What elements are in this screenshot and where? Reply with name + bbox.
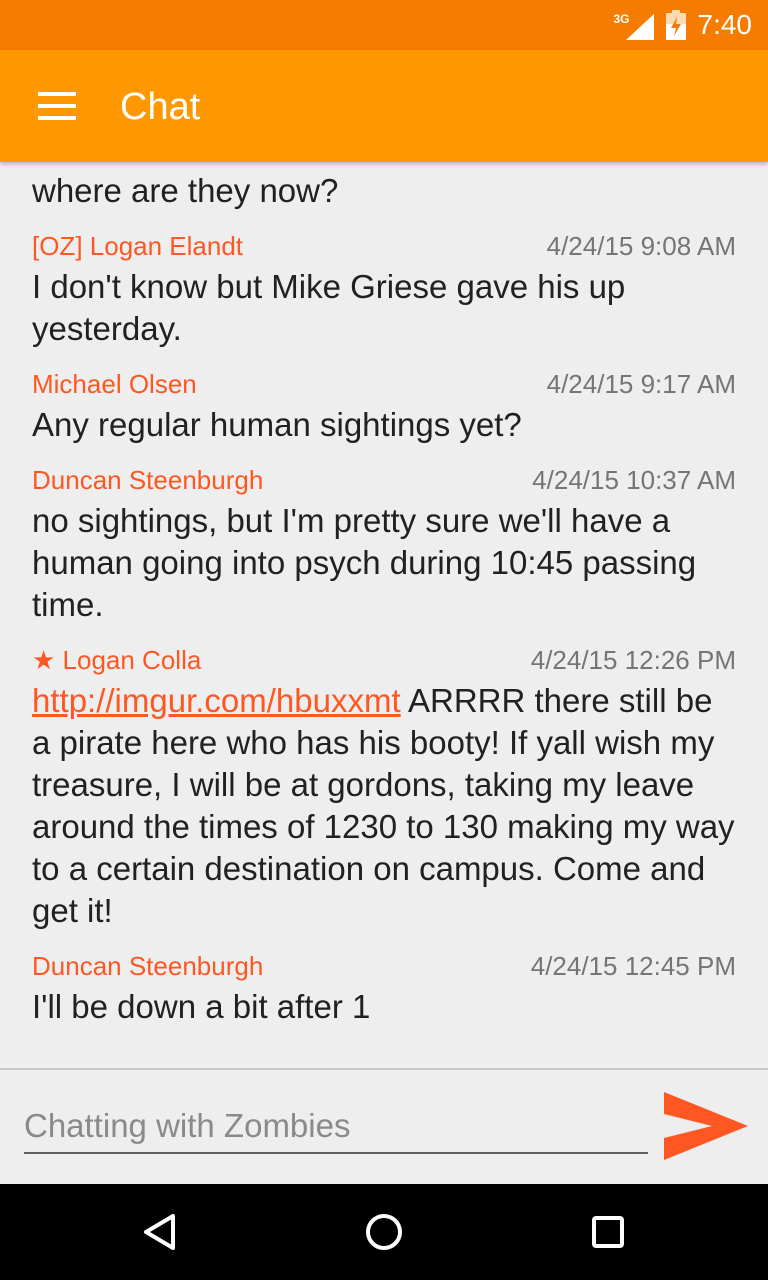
recents-button[interactable] — [584, 1208, 632, 1256]
system-nav-bar — [0, 1184, 768, 1280]
menu-button[interactable] — [24, 80, 88, 132]
message-sender[interactable]: Duncan Steenburgh — [32, 951, 263, 982]
chat-message-list[interactable]: where are they now? [OZ] Logan Elandt 4/… — [0, 162, 768, 1068]
message-item: where are they now? — [32, 170, 736, 212]
clock: 7:40 — [697, 9, 753, 40]
send-icon — [664, 1092, 748, 1160]
message-text: I'll be down a bit after 1 — [32, 988, 371, 1025]
home-circle-icon — [366, 1214, 402, 1250]
message-composer — [0, 1070, 768, 1184]
message-text: no sightings, but I'm pretty sure we'll … — [32, 502, 697, 623]
message-sender[interactable]: ★ Logan Colla — [32, 645, 201, 676]
message-item: Michael Olsen 4/24/15 9:17 AM Any regula… — [32, 364, 736, 446]
message-item: [OZ] Logan Elandt 4/24/15 9:08 AM I don'… — [32, 226, 736, 350]
page-title: Chat — [120, 86, 201, 128]
message-timestamp: 4/24/15 12:45 PM — [530, 950, 736, 981]
home-button[interactable] — [360, 1208, 408, 1256]
message-link[interactable]: http://imgur.com/hbuxxmt — [32, 682, 401, 719]
message-text: Any regular human sightings yet? — [32, 406, 522, 443]
message-input[interactable] — [24, 1100, 648, 1154]
message-timestamp: 4/24/15 12:26 PM — [530, 644, 736, 675]
message-item: ★ Logan Colla 4/24/15 12:26 PM http://im… — [32, 640, 736, 932]
hamburger-icon — [38, 92, 76, 96]
message-timestamp: 4/24/15 10:37 AM — [532, 464, 736, 495]
status-bar: 3G 7:40 — [0, 0, 768, 50]
recents-square-icon — [592, 1216, 624, 1248]
message-sender[interactable]: Duncan Steenburgh — [32, 465, 263, 496]
message-text: I don't know but Mike Griese gave his up… — [32, 268, 626, 347]
message-text: where are they now? — [32, 172, 339, 209]
message-item: Duncan Steenburgh 4/24/15 12:45 PM I'll … — [32, 946, 736, 1028]
message-sender[interactable]: Michael Olsen — [32, 369, 197, 400]
network-signal-icon: 3G — [614, 10, 654, 40]
back-triangle-icon — [144, 1214, 175, 1250]
app-bar: Chat — [0, 50, 768, 162]
back-button[interactable] — [136, 1208, 184, 1256]
message-body: ARRRR there still be a pirate here who h… — [32, 682, 735, 929]
battery-icon — [665, 10, 686, 40]
message-timestamp: 4/24/15 9:08 AM — [546, 230, 736, 261]
message-sender[interactable]: [OZ] Logan Elandt — [32, 231, 243, 262]
message-item: Duncan Steenburgh 4/24/15 10:37 AM no si… — [32, 460, 736, 626]
message-timestamp: 4/24/15 9:17 AM — [546, 368, 736, 399]
message-text: http://imgur.com/hbuxxmt ARRRR there sti… — [32, 680, 736, 932]
send-button[interactable] — [660, 1088, 750, 1164]
